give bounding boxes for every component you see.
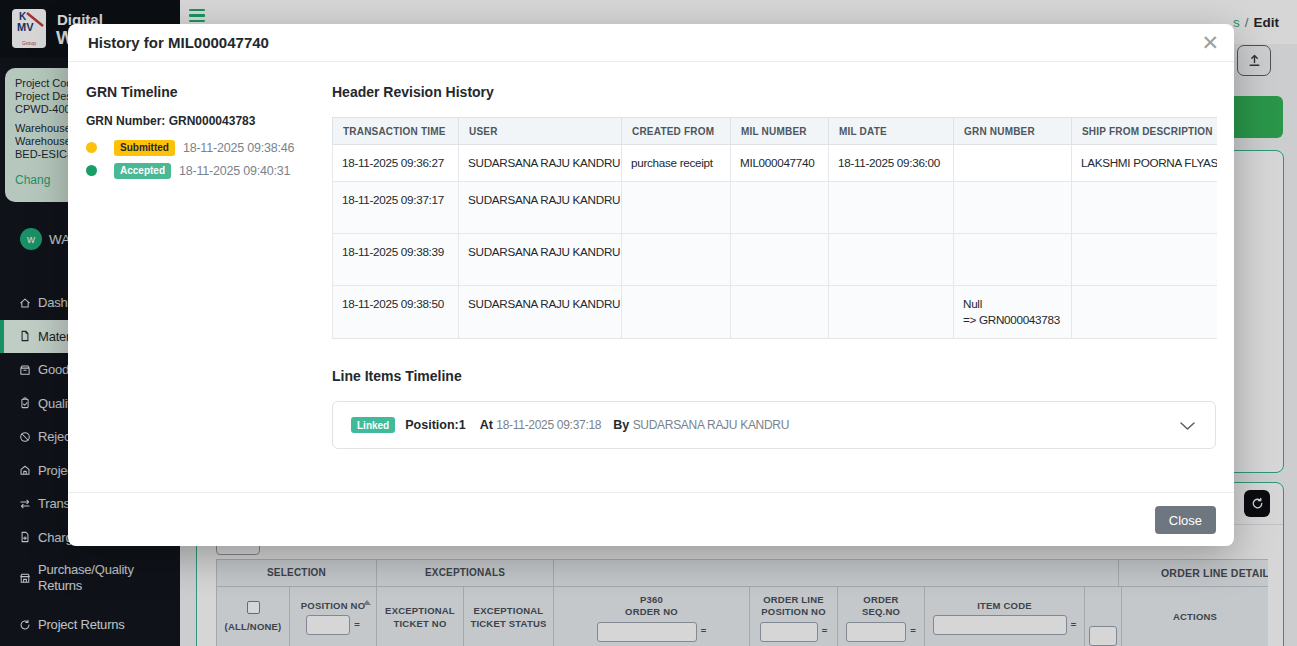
event-time: 18-11-2025 09:38:46 — [183, 141, 294, 155]
revision-history-heading: Header Revision History — [332, 84, 494, 100]
table-cell: SUDARSANA RAJU KANDRU — [459, 234, 622, 286]
event-time: 18-11-2025 09:40:31 — [179, 164, 290, 178]
table-cell: 18-11-2025 09:38:50 — [333, 286, 459, 339]
revision-history-table: TRANSACTION TIMEUSERCREATED FROMMIL NUMB… — [332, 117, 1217, 339]
table-row: 18-11-2025 09:37:17SUDARSANA RAJU KANDRU — [333, 182, 1218, 234]
column-header: MIL DATE — [829, 118, 954, 145]
table-cell: SUDARSANA RAJU KANDRU — [459, 286, 622, 339]
close-icon[interactable]: ✕ — [1201, 31, 1219, 55]
table-cell — [954, 145, 1072, 182]
table-cell — [1072, 182, 1218, 234]
grn-timeline-heading: GRN Timeline — [86, 84, 178, 100]
by-group: By SUDARSANA RAJU KANDRU — [613, 418, 789, 432]
table-cell: 18-11-2025 09:36:27 — [333, 145, 459, 182]
column-header: TRANSACTION TIME — [333, 118, 459, 145]
table-cell: 18-11-2025 09:36:00 — [829, 145, 954, 182]
table-cell — [731, 234, 829, 286]
column-header: MIL NUMBER — [731, 118, 829, 145]
table-cell — [954, 234, 1072, 286]
table-cell — [731, 286, 829, 339]
table-cell: Null => GRN000043783 — [954, 286, 1072, 339]
modal-footer: Close — [68, 492, 1234, 546]
linked-badge: Linked — [351, 417, 395, 433]
table-row: 18-11-2025 09:38:39SUDARSANA RAJU KANDRU — [333, 234, 1218, 286]
status-badge: Submitted — [114, 140, 175, 156]
table-row: 18-11-2025 09:36:27SUDARSANA RAJU KANDRU… — [333, 145, 1218, 182]
chevron-down-icon[interactable] — [1180, 422, 1195, 431]
table-cell — [622, 234, 731, 286]
column-header: USER — [459, 118, 622, 145]
position-label: Position:1 — [405, 418, 465, 432]
timeline-event: Submitted 18-11-2025 09:38:46 — [86, 139, 294, 156]
history-modal: History for MIL000047740 ✕ GRN Timeline … — [68, 24, 1234, 546]
status-dot — [86, 142, 97, 153]
timeline-event: Accepted 18-11-2025 09:40:31 — [86, 162, 290, 179]
table-cell: SUDARSANA RAJU KANDRU — [459, 182, 622, 234]
table-cell: SUDARSANA RAJU KANDRU — [459, 145, 622, 182]
table-cell — [1072, 286, 1218, 339]
table-cell — [954, 182, 1072, 234]
column-header: GRN NUMBER — [954, 118, 1072, 145]
column-header: CREATED FROM — [622, 118, 731, 145]
at-group: At 18-11-2025 09:37:18 — [480, 418, 602, 432]
status-dot — [86, 165, 97, 176]
column-header: SHIP FROM DESCRIPTION — [1072, 118, 1218, 145]
status-badge: Accepted — [114, 163, 171, 179]
table-cell: LAKSHMI POORNA FLYASH — [1072, 145, 1218, 182]
table-cell: purchase receipt — [622, 145, 731, 182]
table-cell — [829, 182, 954, 234]
line-item-accordion[interactable]: Linked Position:1 At 18-11-2025 09:37:18… — [332, 401, 1216, 449]
table-cell: 18-11-2025 09:38:39 — [333, 234, 459, 286]
table-cell: 18-11-2025 09:37:17 — [333, 182, 459, 234]
table-cell — [622, 286, 731, 339]
table-cell — [1072, 234, 1218, 286]
modal-header: History for MIL000047740 ✕ — [68, 24, 1234, 62]
modal-title: History for MIL000047740 — [88, 24, 269, 62]
table-row: 18-11-2025 09:38:50SUDARSANA RAJU KANDRU… — [333, 286, 1218, 339]
close-button[interactable]: Close — [1155, 506, 1216, 534]
line-items-heading: Line Items Timeline — [332, 368, 462, 384]
table-cell — [829, 234, 954, 286]
table-cell — [731, 182, 829, 234]
grn-number-label: GRN Number: GRN000043783 — [86, 114, 255, 128]
table-cell — [829, 286, 954, 339]
table-cell — [622, 182, 731, 234]
table-cell: MIL000047740 — [731, 145, 829, 182]
